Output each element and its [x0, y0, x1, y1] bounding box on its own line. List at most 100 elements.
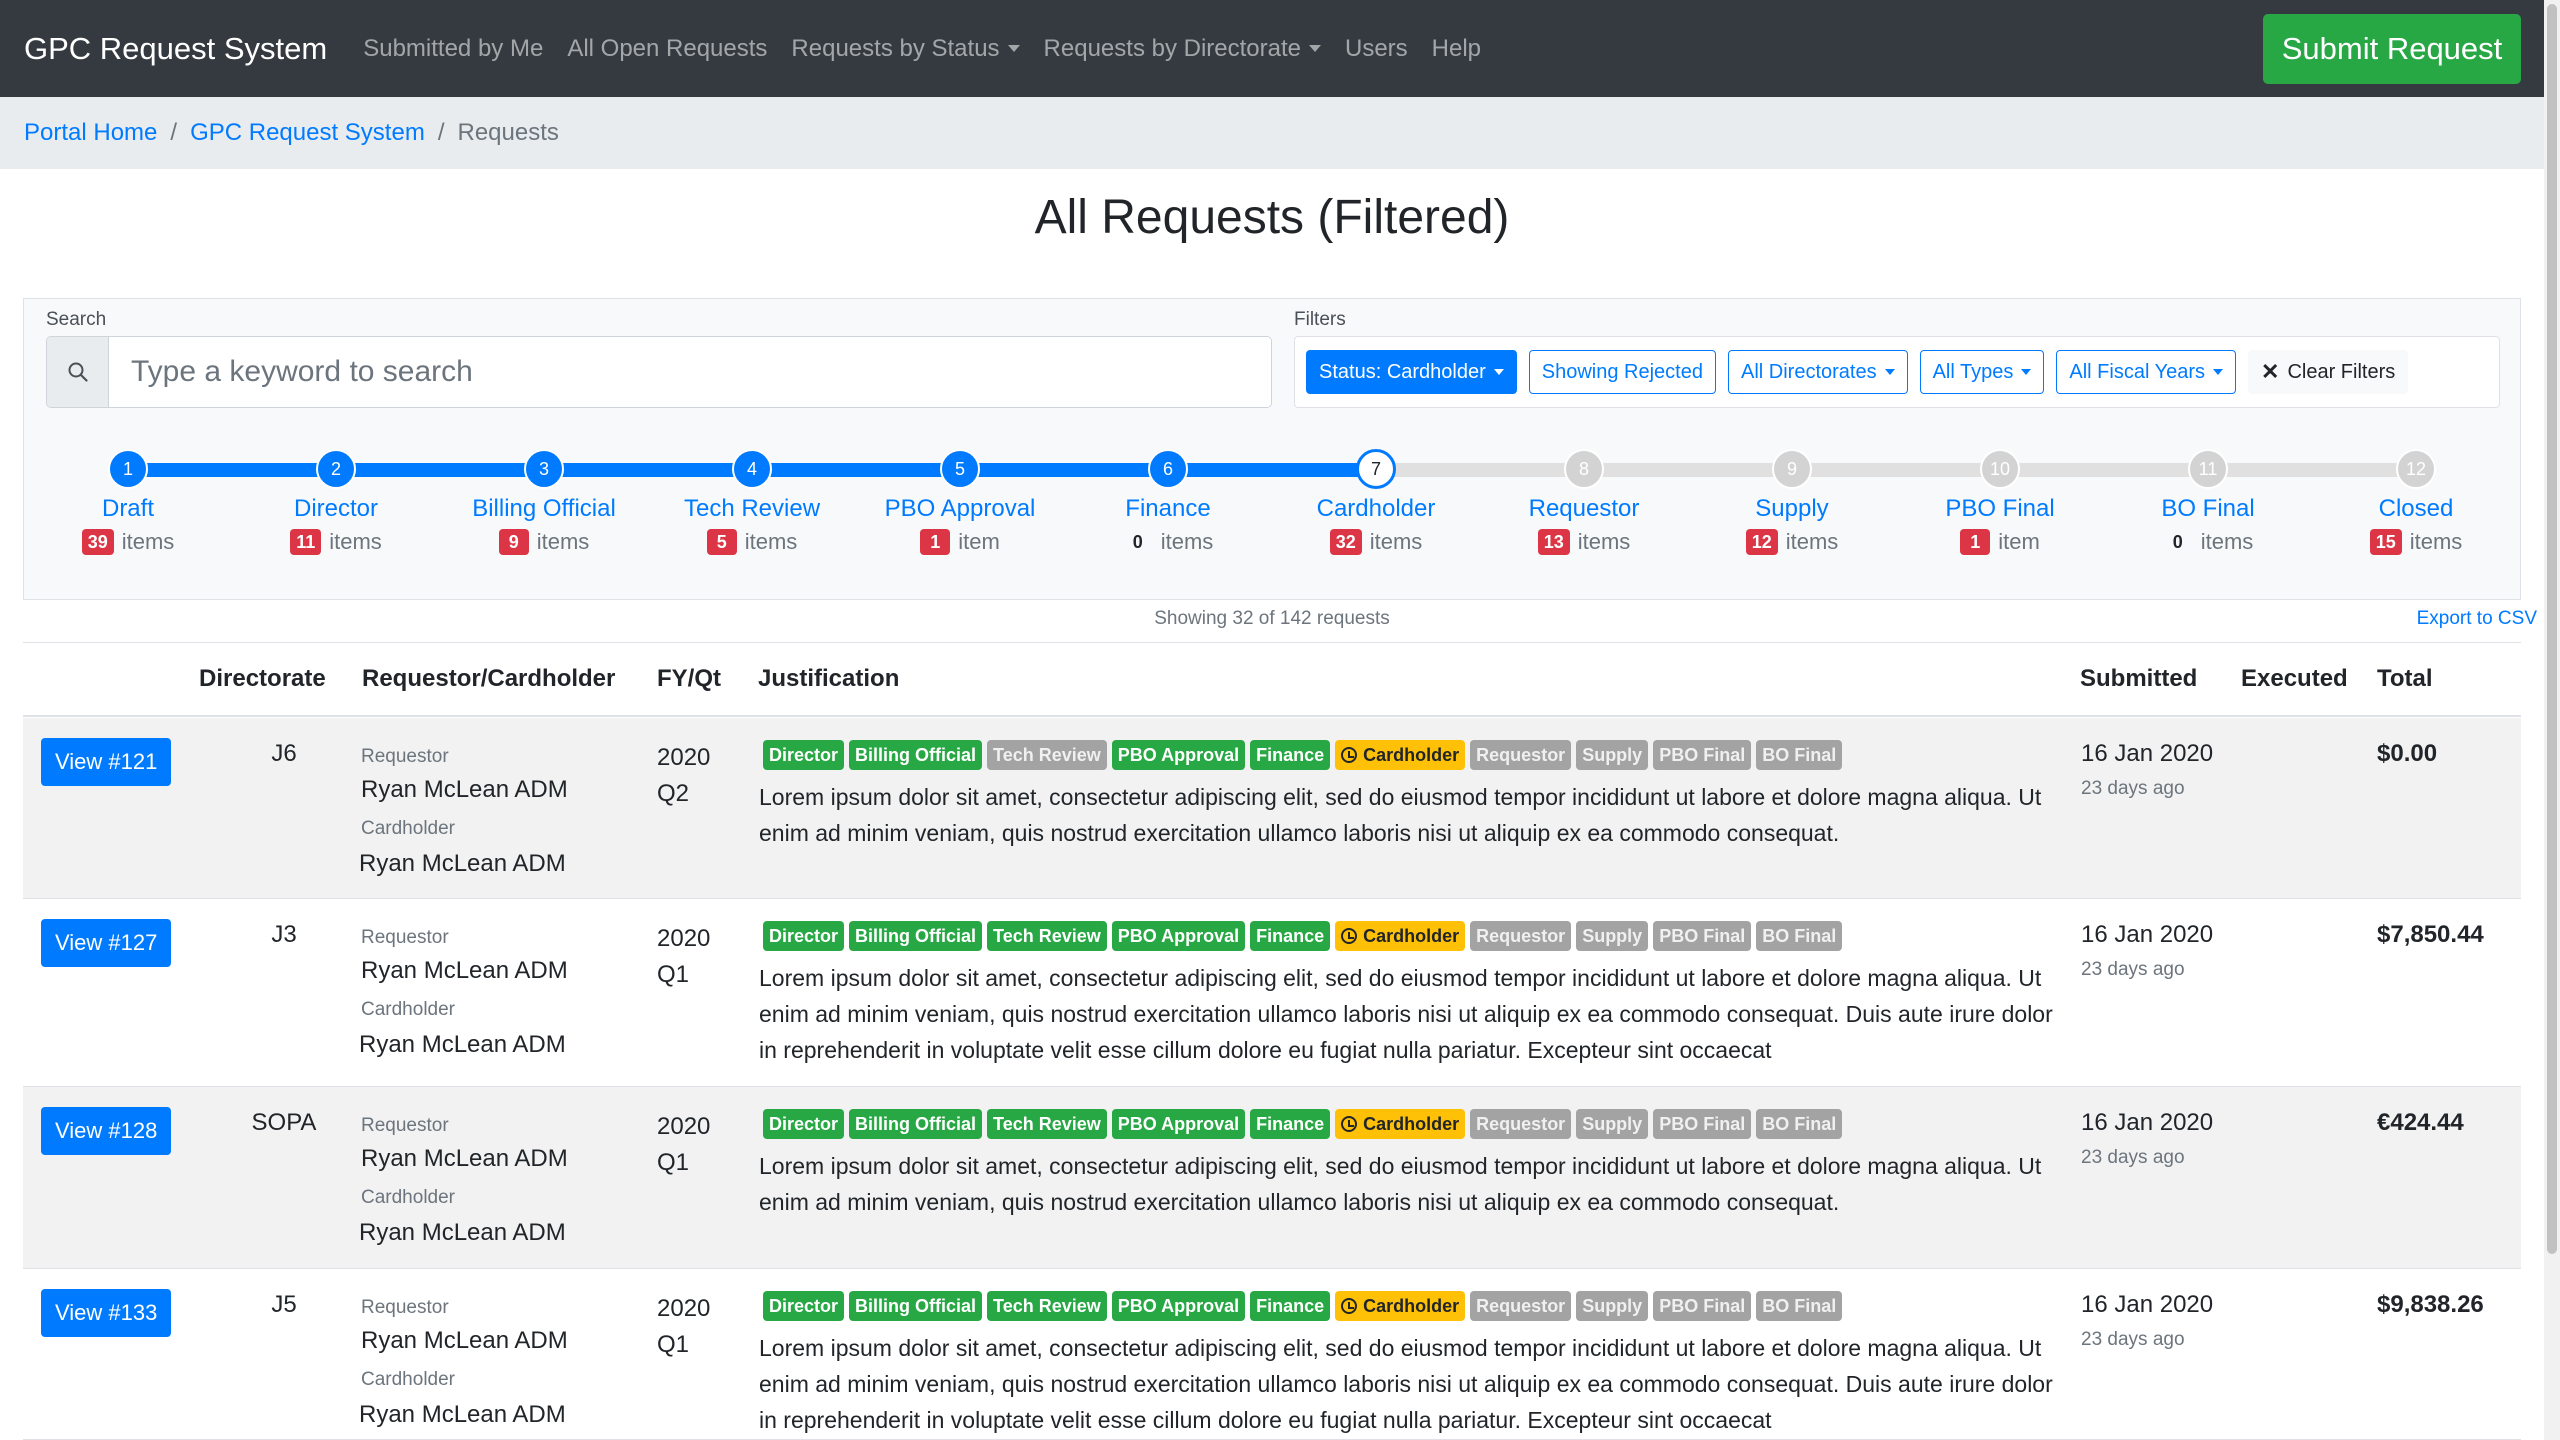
count-unit: items	[744, 529, 798, 554]
requestor-label: Requestor	[361, 1297, 449, 1318]
status-badge-label: Tech Review	[993, 925, 1101, 946]
count-badge: 0	[2172, 532, 2183, 552]
step-pbo-final[interactable]: 10 PBO Final 1 item	[1910, 439, 2090, 555]
fiscal-year: 2020	[657, 1295, 711, 1322]
status-badge-label: Requestor	[1476, 1113, 1566, 1134]
header-submitted[interactable]: Submitted	[2080, 665, 2197, 693]
requestor-label: Requestor	[361, 927, 449, 948]
status-badge-label: Cardholder	[1363, 1113, 1460, 1134]
count-unit: items	[536, 529, 590, 554]
nav-all-open-requests[interactable]: All Open Requests	[555, 35, 779, 63]
type-filter-dropdown[interactable]: All Types	[1919, 350, 2045, 394]
step-label: Draft	[101, 495, 154, 522]
status-badge: Tech Review	[987, 1109, 1107, 1139]
step-number: 9	[1772, 449, 1812, 489]
step-draft[interactable]: 1 Draft 39 items	[38, 439, 218, 555]
step-number: 11	[2188, 449, 2228, 489]
count-unit: items	[2409, 529, 2463, 554]
breadcrumb-gpc-request-system[interactable]: GPC Request System	[190, 119, 425, 147]
justification-text: Lorem ipsum dolor sit amet, consectetur …	[759, 1335, 2053, 1433]
step-cardholder[interactable]: 7 Cardholder 32 items	[1286, 439, 1466, 555]
fiscal-year-filter-dropdown[interactable]: All Fiscal Years	[2056, 350, 2236, 394]
nav-help[interactable]: Help	[1420, 35, 1493, 63]
status-badge: Finance	[1250, 1109, 1331, 1139]
status-badges: Director Billing Official Tech Review PBO A…	[763, 1291, 1847, 1321]
breadcrumb-current: Requests	[457, 119, 559, 146]
submit-request-button[interactable]: Submit Request	[2263, 14, 2521, 84]
header-fyqt[interactable]: FY/Qt	[657, 665, 721, 693]
justification-text: Lorem ipsum dolor sit amet, consectetur …	[759, 1153, 2042, 1215]
status-badge-label: BO Final	[1762, 744, 1837, 765]
status-badge-label: PBO Final	[1659, 744, 1746, 765]
status-badge-label: Requestor	[1476, 925, 1566, 946]
step-pbo-approval[interactable]: 5 PBO Approval 1 item	[870, 439, 1050, 555]
step-supply[interactable]: 9 Supply 12 items	[1702, 439, 1882, 555]
directorate-filter-label: All Directorates	[1740, 360, 1877, 383]
step-label: Cardholder	[1316, 495, 1436, 522]
nav-requests-by-status[interactable]: Requests by Status	[779, 35, 1031, 63]
cardholder-name: Ryan McLean ADM	[359, 1031, 566, 1058]
status-badge-label: PBO Final	[1659, 1295, 1746, 1316]
breadcrumb-portal-home[interactable]: Portal Home	[24, 119, 157, 147]
step-number: 7	[1356, 449, 1396, 489]
scrollbar-thumb[interactable]	[2547, 4, 2557, 1254]
header-justification[interactable]: Justification	[758, 665, 899, 693]
fiscal-quarter-cell: 2020 Q1	[657, 1109, 710, 1181]
nav-label: Help	[1431, 34, 1482, 62]
status-badge: Tech Review	[987, 921, 1107, 951]
count-badge: 13	[1537, 529, 1570, 555]
brand-title[interactable]: GPC Request System	[24, 31, 327, 67]
status-badge: Cardholder	[1335, 740, 1466, 770]
search-input[interactable]	[109, 337, 1271, 407]
step-requestor[interactable]: 8 Requestor 13 items	[1494, 439, 1674, 555]
showing-rejected-toggle[interactable]: Showing Rejected	[1528, 350, 1716, 394]
status-filter-dropdown[interactable]: Status: Cardholder	[1306, 350, 1517, 394]
type-filter-label: All Types	[1932, 360, 2014, 383]
fiscal-quarter-cell: 2020 Q1	[657, 1291, 710, 1363]
status-badge: Supply	[1576, 1291, 1649, 1321]
status-badge: Director	[763, 740, 845, 770]
step-billing-official[interactable]: 3 Billing Official 9 items	[454, 439, 634, 555]
total-amount: $0.00	[2377, 740, 2438, 767]
step-number: 10	[1980, 449, 2020, 489]
chevron-down-icon	[1493, 369, 1504, 375]
breadcrumb-separator: /	[437, 119, 445, 146]
status-badge: Director	[763, 1109, 845, 1139]
step-count: 12 items	[1702, 529, 1882, 555]
step-finance[interactable]: 6 Finance 0 items	[1078, 439, 1258, 555]
step-closed[interactable]: 12 Closed 15 items	[2326, 439, 2506, 555]
total-amount: $9,838.26	[2377, 1291, 2484, 1318]
table-row: View #133 J5 Requestor Ryan McLean ADM Cardh…	[23, 1269, 2521, 1440]
status-badge-label: Finance	[1256, 744, 1325, 765]
step-label: BO Final	[2161, 495, 2255, 522]
step-label: Closed	[2378, 495, 2454, 522]
nav-submitted-by-me[interactable]: Submitted by Me	[351, 35, 555, 63]
status-badge: Finance	[1250, 921, 1331, 951]
status-badge: Requestor	[1470, 1109, 1572, 1139]
status-badge: Cardholder	[1335, 921, 1466, 951]
status-badge-label: Tech Review	[993, 744, 1101, 765]
status-badge-label: PBO Approval	[1117, 925, 1240, 946]
status-badge: Cardholder	[1335, 1291, 1466, 1321]
nav-requests-by-directorate[interactable]: Requests by Directorate	[1032, 35, 1333, 63]
fiscal-quarter: Q1	[657, 961, 690, 988]
clear-filters-button[interactable]: ✕ Clear Filters	[2248, 350, 2409, 394]
status-badge-label: Billing Official	[855, 1295, 977, 1316]
step-count: 1 item	[870, 529, 1050, 555]
header-executed[interactable]: Executed	[2241, 665, 2348, 693]
header-requestor[interactable]: Requestor/Cardholder	[362, 665, 615, 693]
step-director[interactable]: 2 Director 11 items	[246, 439, 426, 555]
export-csv-link[interactable]: Export to CSV	[2417, 608, 2537, 630]
status-badge: Finance	[1250, 1291, 1331, 1321]
status-badge: Billing Official	[849, 1291, 983, 1321]
step-bo-final[interactable]: 11 BO Final 0 items	[2118, 439, 2298, 555]
nav-users[interactable]: Users	[1333, 35, 1420, 63]
step-count: 11 items	[246, 529, 426, 555]
count-badge: 1	[1960, 529, 1991, 555]
header-total[interactable]: Total	[2377, 665, 2433, 693]
header-directorate[interactable]: Directorate	[199, 665, 326, 693]
directorate-filter-dropdown[interactable]: All Directorates	[1727, 350, 1908, 394]
step-tech-review[interactable]: 4 Tech Review 5 items	[662, 439, 842, 555]
submitted-ago: 23 days ago	[2081, 1329, 2185, 1350]
page-scrollbar[interactable]	[2544, 0, 2560, 1440]
